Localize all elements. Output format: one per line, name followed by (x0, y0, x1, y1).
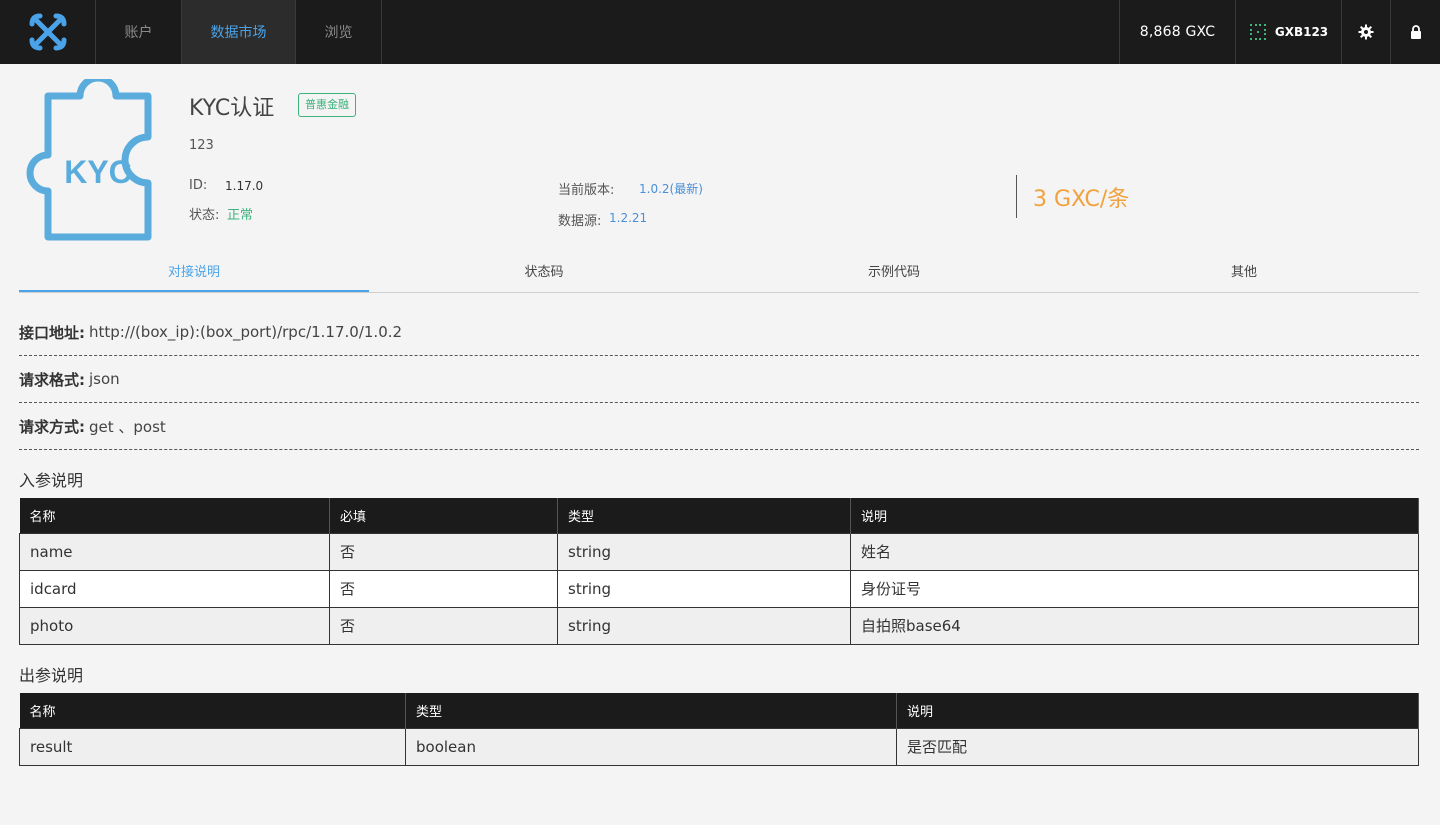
column-header: 类型 (405, 693, 897, 728)
table-cell: 自拍照base64 (850, 606, 1419, 645)
gxchain-logo[interactable] (0, 0, 96, 64)
table-cell: 否 (329, 606, 558, 645)
column-header: 必填 (329, 498, 558, 533)
version-value[interactable]: 1.0.2(最新) (639, 180, 703, 197)
column-header: 名称 (19, 693, 406, 728)
table-cell: 否 (329, 569, 558, 608)
input-params-table: 名称 必填 类型 说明 name 否 string 姓名 idcard 否 st… (19, 498, 1419, 645)
output-params-table: 名称 类型 说明 result boolean 是否匹配 (19, 693, 1419, 766)
column-header: 名称 (19, 498, 330, 533)
gear-icon (1358, 24, 1374, 40)
api-address-row: 接口地址: http://(box_ip):(box_port)/rpc/1.1… (19, 309, 1419, 356)
table-row: photo 否 string 自拍照base64 (19, 606, 1419, 645)
lock-icon (1410, 25, 1421, 39)
api-address-label: 接口地址: (19, 323, 85, 342)
product-title: KYC认证 (189, 96, 275, 121)
id-value: 1.17.0 (225, 179, 264, 193)
status-label: 状态: (189, 208, 220, 223)
status-value: 正常 (227, 208, 254, 223)
column-header: 说明 (896, 693, 1419, 728)
table-cell: string (557, 532, 851, 571)
tab-integration[interactable]: 对接说明 (19, 255, 369, 292)
table-cell: name (19, 532, 330, 571)
table-header-row: 名称 类型 说明 (19, 693, 1419, 728)
output-params-title: 出参说明 (19, 666, 84, 685)
tab-other[interactable]: 其他 (1069, 255, 1419, 292)
table-cell: 否 (329, 532, 558, 571)
request-format-label: 请求格式: (19, 370, 85, 389)
lock-button[interactable] (1390, 0, 1440, 64)
balance-display: 8,868 GXC (1119, 0, 1235, 64)
nav-item-browse[interactable]: 浏览 (296, 0, 382, 64)
table-cell: 姓名 (850, 532, 1419, 571)
version-label: 当前版本: (558, 183, 615, 198)
table-row: result boolean 是否匹配 (19, 727, 1419, 766)
request-method-row: 请求方式: get 、post (19, 403, 1419, 450)
table-cell: 身份证号 (850, 569, 1419, 608)
nav-item-data-market[interactable]: 数据市场 (182, 0, 296, 64)
kyc-product-logo: KYC (26, 79, 152, 241)
table-cell: boolean (405, 727, 897, 766)
account-dots-icon (1249, 24, 1266, 40)
data-source-label: 数据源: (558, 214, 602, 229)
id-label: ID: (189, 178, 208, 193)
table-cell: idcard (19, 569, 330, 608)
nav-item-account[interactable]: 账户 (96, 0, 182, 64)
gxchain-x-logo-icon (29, 13, 66, 51)
table-cell: photo (19, 606, 330, 645)
account-menu[interactable]: GXB123 (1235, 0, 1341, 64)
table-cell: string (557, 606, 851, 645)
request-method-label: 请求方式: (19, 417, 85, 436)
request-method-value: get 、post (89, 417, 166, 436)
input-params-title: 入参说明 (19, 471, 84, 490)
tab-sample-code[interactable]: 示例代码 (719, 255, 1069, 292)
table-row: name 否 string 姓名 (19, 532, 1419, 571)
request-format-row: 请求格式: json (19, 356, 1419, 403)
table-cell: result (19, 727, 406, 766)
table-header-row: 名称 必填 类型 说明 (19, 498, 1419, 533)
tab-status-codes[interactable]: 状态码 (369, 255, 719, 292)
settings-button[interactable] (1341, 0, 1390, 64)
product-description: 123 (189, 138, 214, 153)
price: 3 GXC/条 (1033, 187, 1130, 212)
table-cell: string (557, 569, 851, 608)
data-source-value[interactable]: 1.2.21 (609, 211, 647, 225)
account-name: GXB123 (1274, 25, 1329, 39)
top-nav-bar: 账户 数据市场 浏览 8,868 GXC GXB123 (0, 0, 1440, 64)
category-tag: 普惠金融 (298, 93, 356, 117)
price-divider (1016, 175, 1017, 218)
api-address-value: http://(box_ip):(box_port)/rpc/1.17.0/1.… (89, 323, 403, 341)
table-cell: 是否匹配 (896, 727, 1419, 766)
column-header: 类型 (557, 498, 851, 533)
column-header: 说明 (850, 498, 1419, 533)
request-format-value: json (89, 370, 120, 388)
kyc-logo-text: KYC (64, 154, 132, 190)
detail-tabs: 对接说明 状态码 示例代码 其他 (19, 255, 1419, 293)
table-row: idcard 否 string 身份证号 (19, 569, 1419, 608)
